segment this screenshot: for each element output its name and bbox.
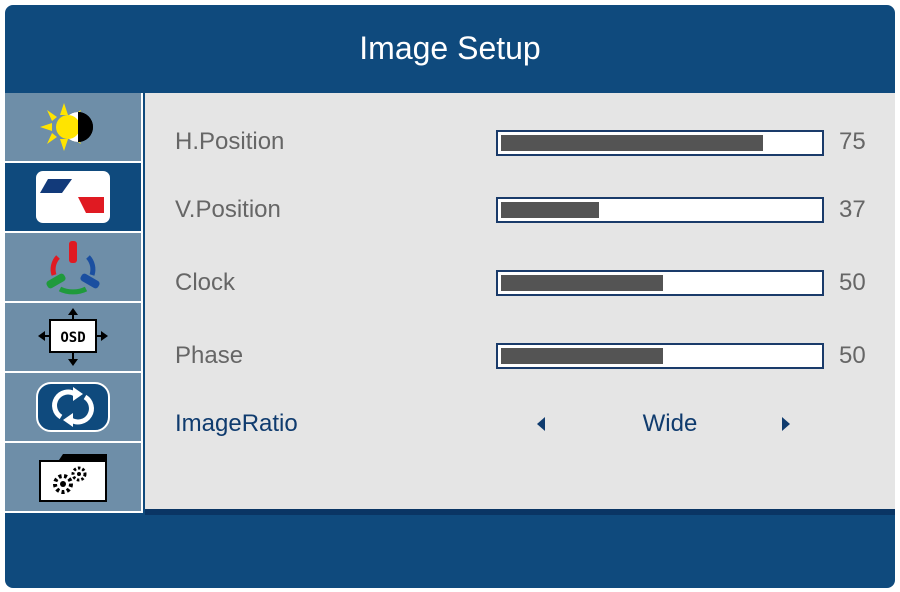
- misc-settings-icon: [39, 454, 107, 502]
- image-ratio-value[interactable]: Wide: [615, 409, 725, 439]
- h-position-label: H.Position: [175, 128, 285, 155]
- v-position-value: 37: [839, 196, 866, 223]
- brightness-contrast-icon: [40, 103, 93, 151]
- phase-value: 50: [839, 342, 866, 369]
- image-ratio-label[interactable]: ImageRatio: [175, 409, 298, 439]
- reset-icon: [36, 382, 110, 432]
- clock-value: 50: [839, 269, 866, 296]
- phase-slider[interactable]: [496, 343, 824, 369]
- clock-slider[interactable]: [496, 270, 824, 296]
- arrow-left-icon[interactable]: [537, 417, 545, 431]
- osd-setup-icon: OSD: [38, 308, 108, 366]
- image-setup-icon: [36, 171, 110, 223]
- v-position-label: V.Position: [175, 196, 281, 223]
- sidebar-item-image-setup[interactable]: [5, 163, 141, 231]
- sidebar-item-osd-setup[interactable]: OSD: [5, 303, 141, 371]
- h-position-value: 75: [839, 128, 866, 155]
- clock-fill: [501, 275, 663, 291]
- h-position-slider[interactable]: [496, 130, 824, 156]
- sidebar: OSD: [5, 93, 143, 513]
- v-position-slider[interactable]: [496, 197, 824, 223]
- arrow-right-icon[interactable]: [782, 417, 790, 431]
- h-position-fill: [501, 135, 763, 151]
- v-position-fill: [501, 202, 599, 218]
- phase-fill: [501, 348, 663, 364]
- sidebar-item-color-setup[interactable]: [5, 233, 141, 301]
- svg-text:OSD: OSD: [60, 330, 85, 346]
- phase-label: Phase: [175, 342, 244, 369]
- settings-panel: H.Position 75 V.Position 37 Clock 50 Pha…: [145, 93, 895, 509]
- clock-label: Clock: [175, 269, 236, 296]
- menu-title: Image Setup: [359, 29, 541, 66]
- color-setup-icon: [46, 241, 100, 295]
- sidebar-item-luminance[interactable]: [5, 93, 141, 161]
- sidebar-item-reset[interactable]: [5, 373, 141, 441]
- sidebar-item-misc[interactable]: [5, 443, 141, 511]
- osd-menu: Image Setup OSD H.Position 75 V.Position…: [5, 5, 895, 588]
- panel-bottom-divider: [145, 509, 895, 515]
